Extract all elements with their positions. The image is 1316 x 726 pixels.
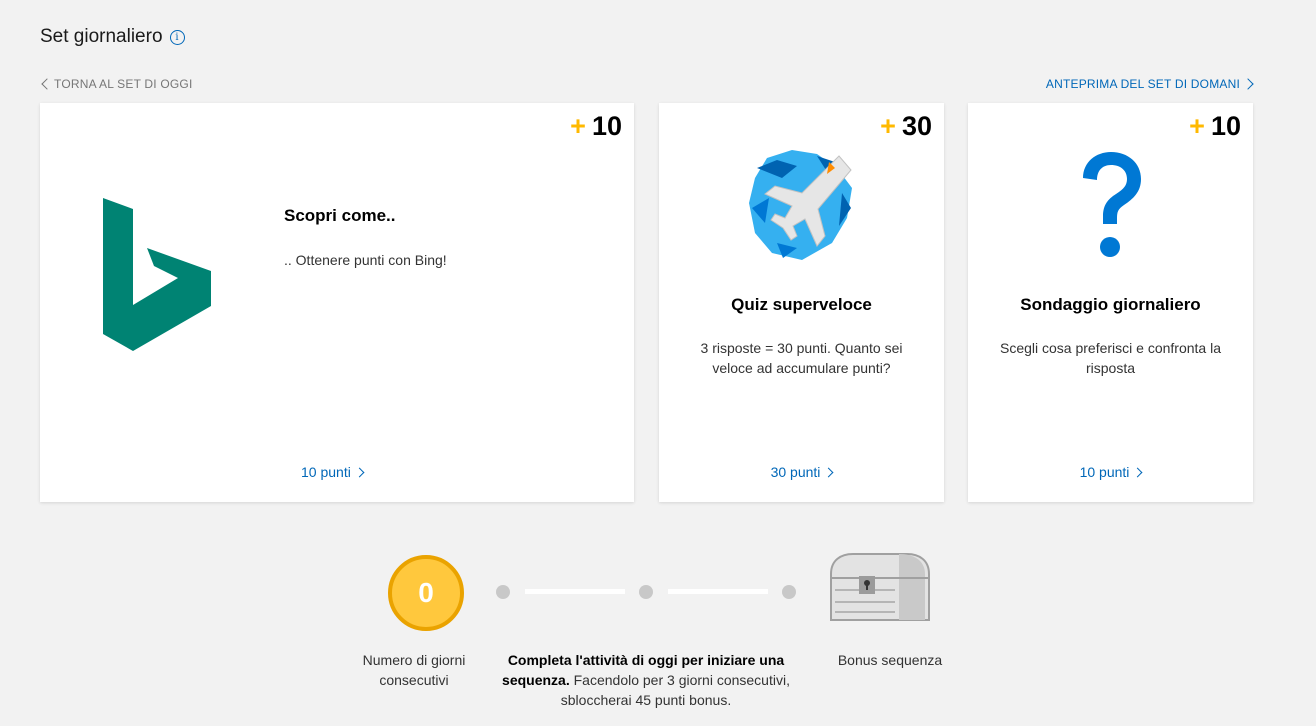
chevron-right-icon: [1132, 467, 1143, 477]
points-link[interactable]: 10 punti: [301, 464, 365, 480]
streak-progress-dot: [496, 585, 510, 599]
back-label: TORNA AL SET DI OGGI: [54, 77, 193, 91]
plus-sign: +: [880, 111, 896, 141]
points-link-label: 10 punti: [1079, 464, 1130, 480]
streak-progress-bar: [668, 589, 768, 594]
card-title: Scopri come..: [284, 206, 396, 225]
chevron-right-icon: [1242, 78, 1254, 90]
card-poll[interactable]: + 10 Sondaggio giornaliero Scegli cosa p…: [968, 103, 1253, 502]
streak-progress-dot: [639, 585, 653, 599]
streak-message: Completa l'attività di oggi per iniziare…: [475, 650, 817, 710]
points-link[interactable]: 10 punti: [968, 464, 1253, 480]
streak-message-rest: Facendolo per 3 giorni consecutivi, sblo…: [560, 672, 790, 708]
streak-bonus-label: Bonus sequenza: [837, 652, 943, 668]
card-description: .. Ottenere punti con Bing!: [284, 252, 447, 268]
points-value: 30: [901, 111, 932, 141]
points-link-label: 30 punti: [770, 464, 821, 480]
chevron-right-icon: [354, 467, 365, 477]
card-quiz[interactable]: + 30 Quiz superveloce 3 risposte = 30 pu…: [659, 103, 944, 502]
question-mark-icon: [1083, 152, 1141, 257]
treasure-chest-icon: [830, 553, 930, 621]
card-description: 3 risposte = 30 punti. Quanto sei veloce…: [700, 340, 903, 376]
plus-sign: +: [570, 111, 586, 141]
points-badge: + 10: [1189, 111, 1241, 142]
chevron-right-icon: [823, 467, 834, 477]
card-title: Sondaggio giornaliero: [1020, 295, 1201, 314]
tomorrow-preview-link[interactable]: ANTEPRIMA DEL SET DI DOMANI: [1045, 77, 1254, 91]
card-title: Quiz superveloce: [731, 295, 872, 314]
card-description: Scegli cosa preferisci e confronta la ri…: [1000, 340, 1221, 376]
points-value: 10: [591, 111, 622, 141]
plus-sign: +: [1189, 111, 1205, 141]
points-badge: + 10: [570, 111, 622, 142]
points-value: 10: [1210, 111, 1241, 141]
streak-count-coin: 0: [388, 555, 464, 631]
next-label: ANTEPRIMA DEL SET DI DOMANI: [1045, 77, 1240, 91]
points-badge: + 30: [880, 111, 932, 142]
streak-progress-bar: [525, 589, 625, 594]
daily-set-header: Set giornaliero i: [40, 26, 185, 48]
bing-logo: [103, 198, 211, 351]
info-icon[interactable]: i: [169, 29, 185, 45]
back-to-today-link[interactable]: TORNA AL SET DI OGGI: [40, 77, 192, 91]
card-learn-how[interactable]: + 10 Scopri come.. .. Ottenere punti con…: [40, 103, 634, 502]
streak-progress-dot: [782, 585, 796, 599]
jet-plane-icon: [749, 150, 852, 260]
points-link-label: 10 punti: [301, 464, 351, 480]
page-title: Set giornaliero: [40, 26, 163, 47]
points-link[interactable]: 30 punti: [659, 464, 944, 480]
streak-count-label: Numero di giorni consecutivi: [362, 652, 466, 688]
chevron-left-icon: [41, 78, 53, 90]
